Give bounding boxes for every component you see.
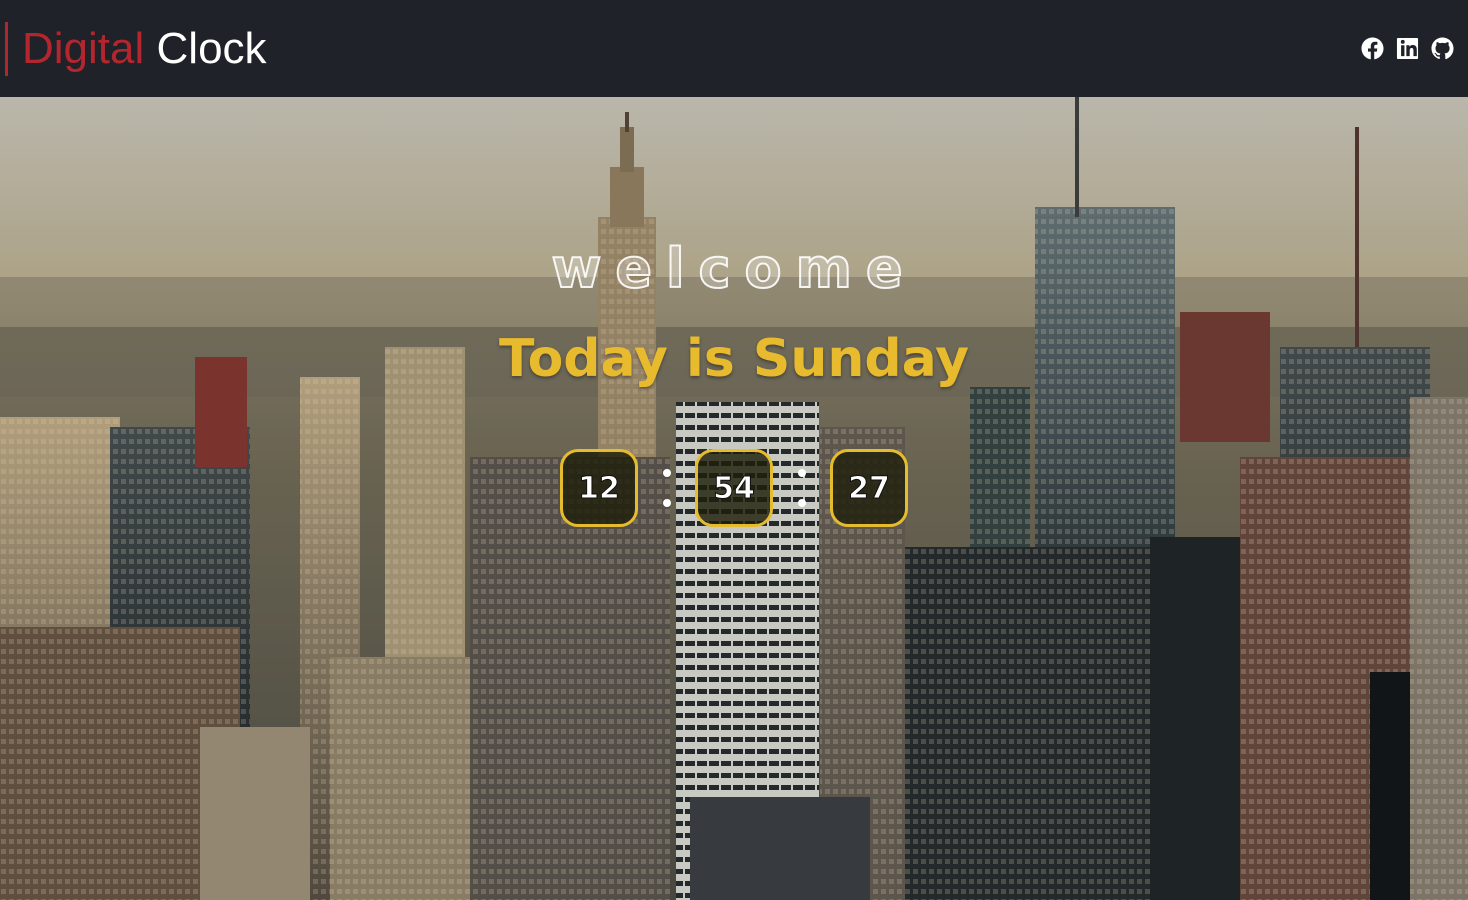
brand-title: Digital Clock: [22, 23, 267, 73]
brand-title-part1: Digital: [22, 23, 145, 73]
clock-seconds: 27: [830, 449, 908, 527]
hero-section: welcome Today is Sunday 12 54 27: [0, 97, 1468, 900]
separator-dot: [662, 499, 671, 507]
clock-hours: 12: [560, 449, 638, 527]
brand-title-part2: Clock: [156, 23, 267, 73]
linkedin-icon: [1396, 37, 1419, 60]
separator-dot: [797, 499, 806, 507]
linkedin-link[interactable]: [1396, 37, 1419, 60]
clock-separator: [638, 449, 695, 527]
welcome-heading: welcome: [550, 236, 917, 301]
social-links: [1361, 37, 1454, 60]
navbar: Digital Clock: [0, 0, 1468, 97]
separator-dot: [797, 469, 806, 477]
clock-minutes: 54: [695, 449, 773, 527]
brand-logo[interactable]: Digital Clock: [0, 0, 267, 97]
facebook-icon: [1361, 37, 1384, 60]
digital-clock: 12 54 27: [0, 449, 1468, 527]
github-icon: [1431, 37, 1454, 60]
day-heading: Today is Sunday: [499, 329, 969, 389]
facebook-link[interactable]: [1361, 37, 1384, 60]
brand-accent-bar: [5, 21, 8, 76]
github-link[interactable]: [1431, 37, 1454, 60]
clock-separator: [773, 449, 830, 527]
separator-dot: [662, 469, 671, 477]
